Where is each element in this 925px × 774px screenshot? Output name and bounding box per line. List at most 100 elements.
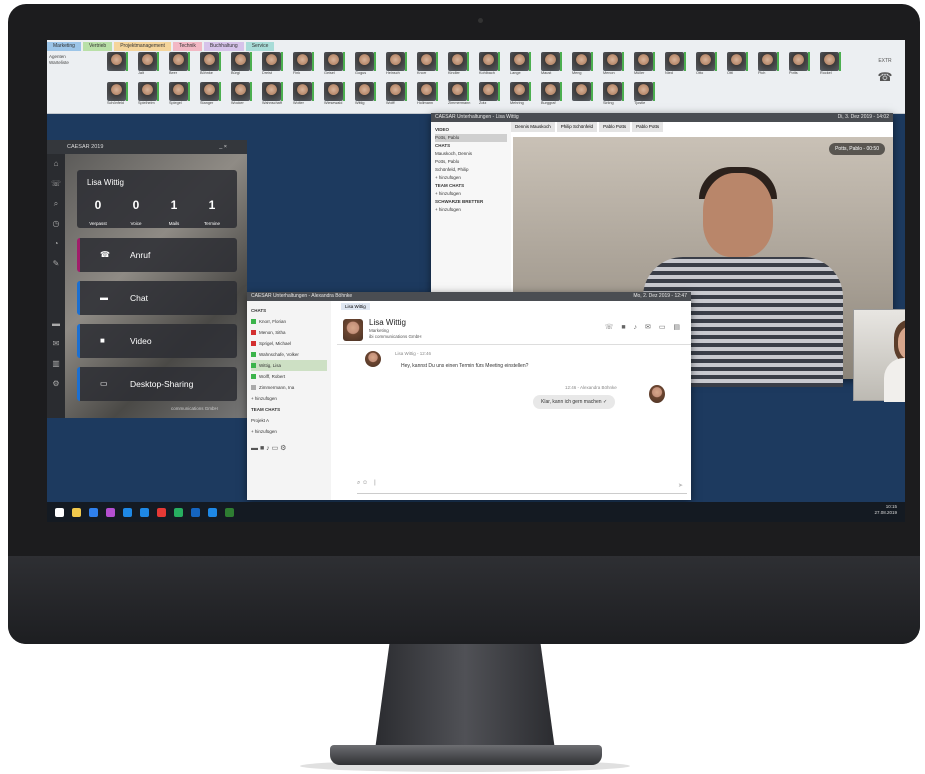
- add-team-chat-link[interactable]: + hinzufügen: [251, 426, 327, 437]
- contact-tile[interactable]: Wiesewald: [324, 82, 345, 109]
- group-tab[interactable]: Buchhaltung: [203, 42, 244, 51]
- home-icon[interactable]: ⌂: [47, 154, 65, 174]
- contact-tile[interactable]: Heinsch: [386, 52, 407, 79]
- contact-tile[interactable]: Wittig: [355, 82, 376, 109]
- sidebar-item[interactable]: TEAM CHATS: [435, 182, 507, 190]
- contact-tile[interactable]: Hollmann: [417, 82, 438, 109]
- contact-tile[interactable]: Lange: [510, 52, 531, 79]
- contact-tile[interactable]: Pich: [758, 52, 779, 79]
- contact-tile[interactable]: Zimmermann: [448, 82, 470, 109]
- stat-voice[interactable]: 0 Voice: [121, 198, 151, 230]
- sidebar-item[interactable]: + hinzufügen: [435, 190, 507, 198]
- taskbar-app-icon[interactable]: [225, 507, 234, 517]
- send-icon[interactable]: ➤: [678, 482, 683, 489]
- group-tab[interactable]: Vertrieb: [82, 42, 113, 51]
- dialer-close-icon[interactable]: _ ×: [219, 144, 227, 150]
- team-chat-item[interactable]: Projekt A: [251, 415, 327, 426]
- contact-tile[interactable]: Müller: [634, 52, 655, 79]
- search-icon[interactable]: ⌕: [47, 194, 65, 214]
- sidebar-item[interactable]: CHATS: [435, 142, 507, 150]
- taskbar-app-icon[interactable]: [106, 507, 115, 517]
- attach-icon[interactable]: ⌕ ☺: [357, 480, 368, 486]
- sidebar-item[interactable]: SCHWARZE BRETTER: [435, 198, 507, 206]
- taskbar-app-icon[interactable]: [72, 507, 81, 517]
- chat-list-item[interactable]: Knorr, Florian: [251, 316, 327, 327]
- history-icon[interactable]: ◷: [47, 214, 65, 234]
- taskbar-app-icon[interactable]: [89, 507, 98, 517]
- contact-tile[interactable]: Rockel: [820, 52, 841, 79]
- desktop-sharing-button[interactable]: ▭ Desktop-Sharing: [77, 367, 237, 401]
- contact-tile[interactable]: Spielhelm: [138, 82, 159, 109]
- stats-icon[interactable]: ▥: [47, 354, 65, 374]
- contact-tile[interactable]: Spiegel: [169, 82, 190, 109]
- sidebar-item[interactable]: Potts, Pablo: [435, 158, 507, 166]
- sidebar-item[interactable]: + hinzufügen: [435, 206, 507, 214]
- group-tab[interactable]: Service: [245, 42, 275, 51]
- contact-tile[interactable]: Schönfeld: [107, 82, 128, 109]
- contact-tile[interactable]: Wocker: [231, 82, 252, 109]
- contact-tile[interactable]: Wahnschaff: [262, 82, 283, 109]
- contact-tile[interactable]: Menon: [603, 52, 624, 79]
- video-tab[interactable]: Philip Schönfeld: [556, 122, 598, 132]
- taskbar-app-icon[interactable]: [55, 507, 64, 517]
- contact-tile[interactable]: Fink: [293, 52, 314, 79]
- video-tab[interactable]: Pablo Potts: [599, 122, 631, 132]
- chat-list-item[interactable]: Wahnschafe, Volker: [251, 349, 327, 360]
- contact-tile[interactable]: Gogus: [355, 52, 376, 79]
- contact-tile[interactable]: [107, 52, 128, 79]
- stat-mails[interactable]: 1 Mails: [159, 198, 189, 230]
- taskbar-app-icon[interactable]: [140, 507, 149, 517]
- contact-tile[interactable]: Kindler: [448, 52, 469, 79]
- group-tab[interactable]: Technik: [172, 42, 202, 51]
- contact-tile[interactable]: Dreist: [262, 52, 283, 79]
- chat-tab[interactable]: Lisa Wittig: [341, 303, 370, 310]
- phone-widget[interactable]: EXTR ☎: [871, 58, 899, 108]
- contact-tile[interactable]: Kohlbach: [479, 52, 500, 79]
- sidebar-item[interactable]: Schönfeld, Philip: [435, 166, 507, 174]
- add-chat-link[interactable]: + hinzufügen: [251, 393, 327, 404]
- headset-icon[interactable]: ◔: [47, 234, 65, 254]
- edit-icon[interactable]: ✎: [47, 254, 65, 274]
- contact-tile[interactable]: Wolter: [293, 82, 314, 109]
- mail-icon[interactable]: ✉: [47, 334, 65, 354]
- contact-tile[interactable]: Jalt: [138, 52, 159, 79]
- video-tab[interactable]: Dennis Mauskoch: [511, 122, 555, 132]
- taskbar-app-icon[interactable]: [157, 507, 166, 517]
- chat-list-item[interactable]: Sprigel, Michael: [251, 338, 327, 349]
- sidebar-item[interactable]: Mauskoch, Dennis: [435, 150, 507, 158]
- contact-tile[interactable]: [572, 82, 593, 109]
- contact-tile[interactable]: Zotz: [479, 82, 500, 109]
- chat-list-item[interactable]: Wolff, Robert: [251, 371, 327, 382]
- sidebar-item[interactable]: VIDEO: [435, 126, 507, 134]
- taskbar-app-icon[interactable]: [174, 507, 183, 517]
- contact-tile[interactable]: Burggraf: [541, 82, 562, 109]
- chat-list-item[interactable]: Wittig, Lisa: [251, 360, 327, 371]
- contact-tile[interactable]: Tjostle: [634, 82, 655, 109]
- contact-tile[interactable]: Wolff: [386, 82, 407, 109]
- contact-tile[interactable]: Knorr: [417, 52, 438, 79]
- contact-tile[interactable]: Geisel: [324, 52, 345, 79]
- settings-icon[interactable]: ⚙: [47, 374, 65, 394]
- contact-tile[interactable]: Potts: [789, 52, 810, 79]
- contact-tile[interactable]: Maust: [541, 52, 562, 79]
- contact-tile[interactable]: Bürgi: [231, 52, 252, 79]
- group-tab[interactable]: Marketing: [47, 42, 81, 51]
- chat-icon[interactable]: ▬: [47, 314, 65, 334]
- taskbar-app-icon[interactable]: [123, 507, 132, 517]
- chat-list-item[interactable]: Menon, Sitha: [251, 327, 327, 338]
- contact-tile[interactable]: Nied: [665, 52, 686, 79]
- chat-list-item[interactable]: Zimmermann, Ina: [251, 382, 327, 393]
- contact-tile[interactable]: Mehring: [510, 82, 531, 109]
- contact-tile[interactable]: Ottl: [727, 52, 748, 79]
- contact-tile[interactable]: Stanger: [200, 82, 221, 109]
- group-tab[interactable]: Projektmanagement: [114, 42, 171, 51]
- sidebar-item[interactable]: + hinzufügen: [435, 174, 507, 182]
- contact-tile[interactable]: Beer: [169, 52, 190, 79]
- call-button[interactable]: ☎ Anruf: [77, 238, 237, 272]
- taskbar-clock[interactable]: 10:15 27.08.2019: [874, 504, 897, 516]
- taskbar-app-icon[interactable]: [208, 507, 217, 517]
- contact-tile[interactable]: Böhnke: [200, 52, 221, 79]
- video-button[interactable]: ■ Video: [77, 324, 237, 358]
- message-input[interactable]: ⌕ ☺ | ➤: [357, 480, 687, 494]
- chat-actions[interactable]: ☏ ■ ♪ ✉ ▭ ▤: [605, 323, 683, 331]
